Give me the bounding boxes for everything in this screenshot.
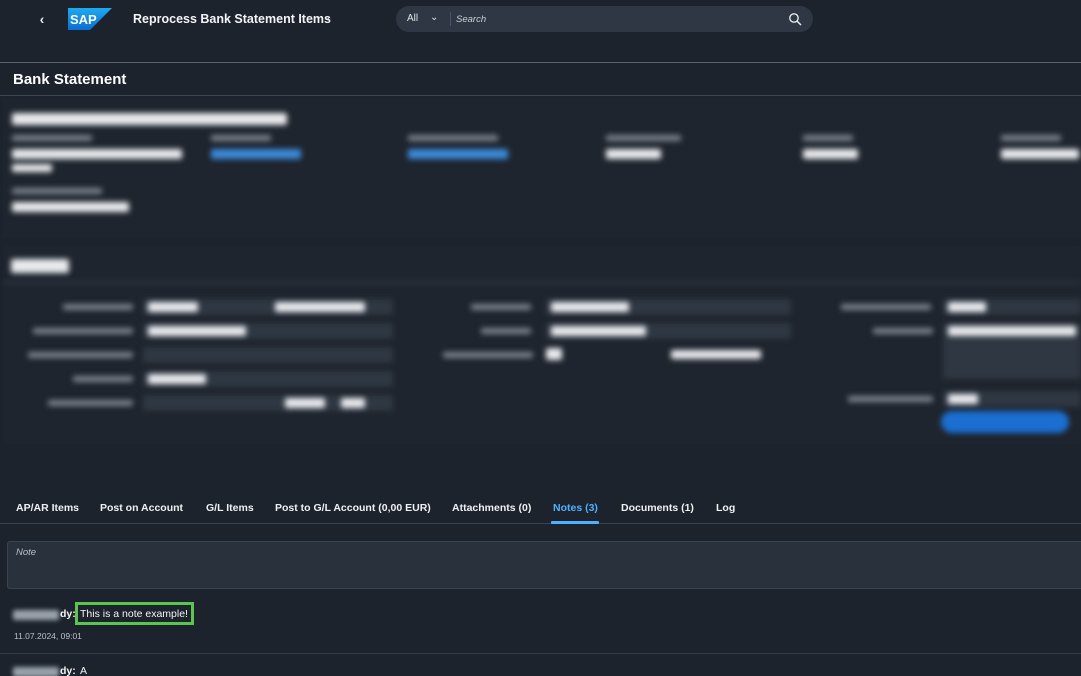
note-textarea[interactable] [16, 547, 1016, 583]
divider [0, 62, 1081, 63]
list-item: dy: This is a note example! 11.07.2024, … [0, 598, 1081, 654]
note-input-container [7, 541, 1081, 589]
tab-attachments[interactable]: Attachments (0) [452, 502, 531, 514]
page-title: Bank Statement [13, 71, 127, 88]
author-name-blurred [13, 667, 59, 676]
tab-post-to-gl-account[interactable]: Post to G/L Account (0,00 EUR) [275, 502, 431, 514]
search-bar: All ⌄ [396, 6, 813, 32]
active-tab-indicator [551, 521, 599, 524]
note-author: dy: [60, 665, 76, 676]
tab-post-on-account[interactable]: Post on Account [100, 502, 183, 514]
list-item: dy: A [0, 655, 1081, 676]
tab-notes[interactable]: Notes (3) [553, 502, 598, 514]
tab-documents[interactable]: Documents (1) [621, 502, 694, 514]
divider [0, 95, 1081, 96]
back-chevron-icon[interactable]: ‹ [34, 10, 50, 28]
chevron-down-icon[interactable]: ⌄ [430, 12, 438, 23]
search-icon[interactable] [788, 12, 802, 26]
chevron-down-icon[interactable]: ⌄ [323, 12, 331, 23]
shell-bar: ‹ SAP Reprocess Bank Statement Items ⌄ A… [0, 0, 1081, 40]
note-timestamp: 11.07.2024, 09:01 [14, 631, 82, 641]
tab-gl-items[interactable]: G/L Items [206, 502, 254, 514]
author-name-blurred [13, 610, 59, 620]
header-content-blurred [3, 98, 1081, 238]
search-input[interactable] [456, 9, 776, 29]
tab-bar: AP/AR Items Post on Account G/L Items Po… [0, 494, 1081, 524]
svg-text:SAP: SAP [70, 12, 97, 27]
search-category-select[interactable]: All [407, 13, 418, 24]
tab-log[interactable]: Log [716, 502, 735, 514]
highlight-box [75, 602, 194, 625]
note-text: A [80, 665, 88, 676]
tab-ap-ar-items[interactable]: AP/AR Items [16, 502, 79, 514]
details-section-blurred [3, 246, 1081, 444]
app-title[interactable]: Reprocess Bank Statement Items [133, 12, 331, 26]
sap-logo[interactable]: SAP [68, 8, 112, 30]
search-divider [450, 12, 451, 26]
note-author: dy: [60, 608, 76, 620]
